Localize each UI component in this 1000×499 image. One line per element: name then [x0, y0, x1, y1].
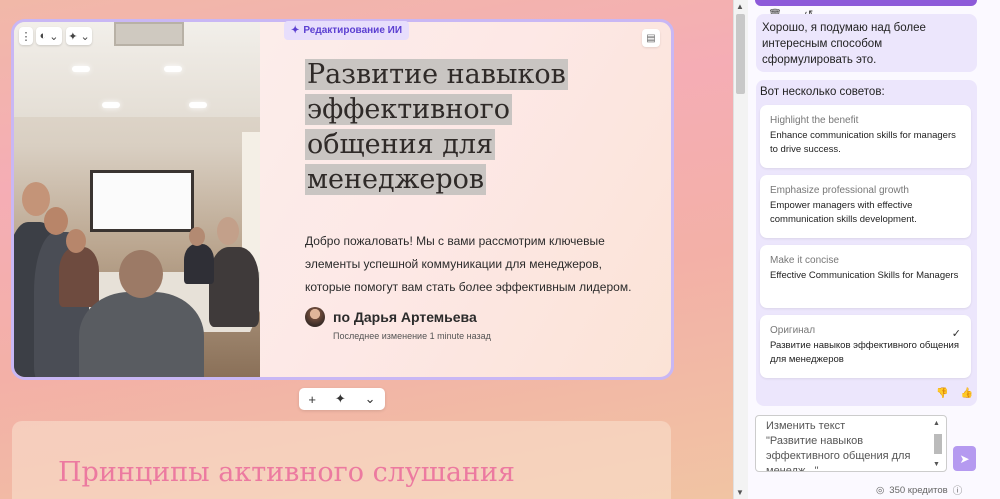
send-button[interactable]: ➤ [953, 446, 976, 471]
sparkle-icon: ✦ [291, 25, 300, 36]
notes-icon[interactable]: ▤ [642, 29, 660, 47]
credits-count: 350 кредитов [889, 484, 948, 496]
scroll-up-icon[interactable]: ▲ [736, 2, 744, 11]
prompt-input[interactable]: Изменить текст "Развитие навыков эффекти… [755, 415, 947, 472]
credits-row: ◎ 350 кредитов ⓘ [876, 483, 963, 498]
suggestion-option-original[interactable]: Оригинал Развитие навыков эффективного о… [760, 315, 971, 378]
chevron-down-icon: ⌄ [80, 30, 90, 43]
suggestion-option[interactable]: Highlight the benefit Enhance communicat… [760, 105, 971, 168]
palette-icon: ◐ [39, 30, 47, 42]
photo-person [184, 244, 214, 284]
photo-light [164, 66, 182, 72]
photo-vent [114, 22, 184, 46]
slide-actions: + ✦ ⌄ [299, 388, 385, 410]
photo-person [59, 247, 99, 307]
photo-head [44, 207, 68, 235]
ai-tools-button[interactable]: ✦ ⌄ [66, 27, 92, 45]
send-icon: ➤ [959, 451, 970, 466]
photo-light [189, 102, 207, 108]
ai-slide-button[interactable]: ✦ [335, 391, 346, 407]
check-icon: ✓ [951, 328, 961, 340]
option-text: Effective Communication Skills for Manag… [770, 270, 959, 281]
option-text: Empower managers with effective communic… [770, 200, 917, 225]
next-slide-title[interactable]: Принципы активного слушания [58, 457, 515, 488]
info-icon[interactable]: ⓘ [953, 483, 963, 497]
ai-edit-badge: ✦ Редактирование ИИ [284, 21, 410, 40]
ai-badge-label: Редактирование ИИ [303, 25, 403, 36]
photo-light [72, 66, 90, 72]
more-button[interactable]: ⌄ [365, 391, 376, 407]
photo-light [102, 102, 120, 108]
avatar [305, 307, 325, 327]
thumbs-down-icon[interactable]: 👎 [936, 388, 948, 399]
photo-head [66, 229, 86, 253]
option-caption: Make it concise [770, 255, 839, 266]
theme-button[interactable]: ◐ ⌄ [36, 27, 62, 45]
suggestions-heading: Вот несколько советов: [760, 86, 885, 98]
scroll-down-icon[interactable]: ▼ [736, 488, 744, 497]
photo-head [217, 217, 239, 245]
option-text: Enhance communication skills for manager… [770, 130, 956, 155]
title-line: эффективного [305, 94, 513, 125]
slide-photo [14, 22, 260, 377]
slide-lead[interactable]: Добро пожаловать! Мы с вами рассмотрим к… [305, 230, 635, 299]
drag-icon: ⋮ [20, 30, 32, 43]
assistant-message: Хорошо, я подумаю над более интересным с… [756, 14, 977, 72]
option-caption: Highlight the benefit [770, 115, 859, 126]
suggestion-option[interactable]: Make it concise Effective Communication … [760, 245, 971, 308]
photo-person [209, 247, 259, 327]
slide-title[interactable]: Развитие навыков эффективного общения дл… [305, 57, 595, 197]
input-scrollbar[interactable]: ▲ ▼ [932, 420, 944, 470]
scroll-down-icon[interactable]: ▼ [933, 461, 940, 468]
scroll-up-icon[interactable]: ▲ [933, 420, 940, 427]
author-row: по Дарья Артемьева [305, 307, 477, 327]
chevron-down-icon: ⌄ [49, 30, 59, 43]
title-line: менеджеров [305, 164, 487, 195]
drag-handle[interactable]: ⋮ [19, 27, 33, 45]
photo-screen [90, 170, 194, 232]
option-text: Развитие навыков эффективного общения дл… [770, 340, 959, 365]
sparkle-icon: ✦ [68, 30, 78, 43]
feedback-row: 👎 👍 [936, 388, 973, 399]
add-slide-button[interactable]: + [308, 392, 316, 407]
photo-head [22, 182, 50, 216]
option-caption: Оригинал [770, 325, 816, 336]
prompt-input-text: Изменить текст "Развитие навыков эффекти… [766, 420, 911, 472]
credits-icon: ◎ [876, 484, 885, 496]
photo-head [189, 227, 205, 246]
canvas-scroll-thumb[interactable] [736, 14, 745, 94]
title-line: общения для [305, 129, 496, 160]
editor-canvas: ⋮ ◐ ⌄ ✦ ⌄ ✦ Редактирование ИИ ▤ Развитие н… [0, 0, 733, 499]
suggestion-option[interactable]: Emphasize professional growth Empower ma… [760, 175, 971, 238]
option-caption: Emphasize professional growth [770, 185, 909, 196]
author-name: по Дарья Артемьева [333, 309, 477, 325]
last-edit-text: Последнее изменение 1 minute назад [333, 331, 491, 341]
photo-person [79, 292, 204, 377]
panel-top-bar [755, 0, 977, 6]
photo-head [119, 250, 163, 298]
input-scroll-thumb[interactable] [934, 434, 942, 454]
title-line: Развитие навыков [305, 59, 568, 90]
thumbs-up-icon[interactable]: 👍 [960, 388, 972, 399]
